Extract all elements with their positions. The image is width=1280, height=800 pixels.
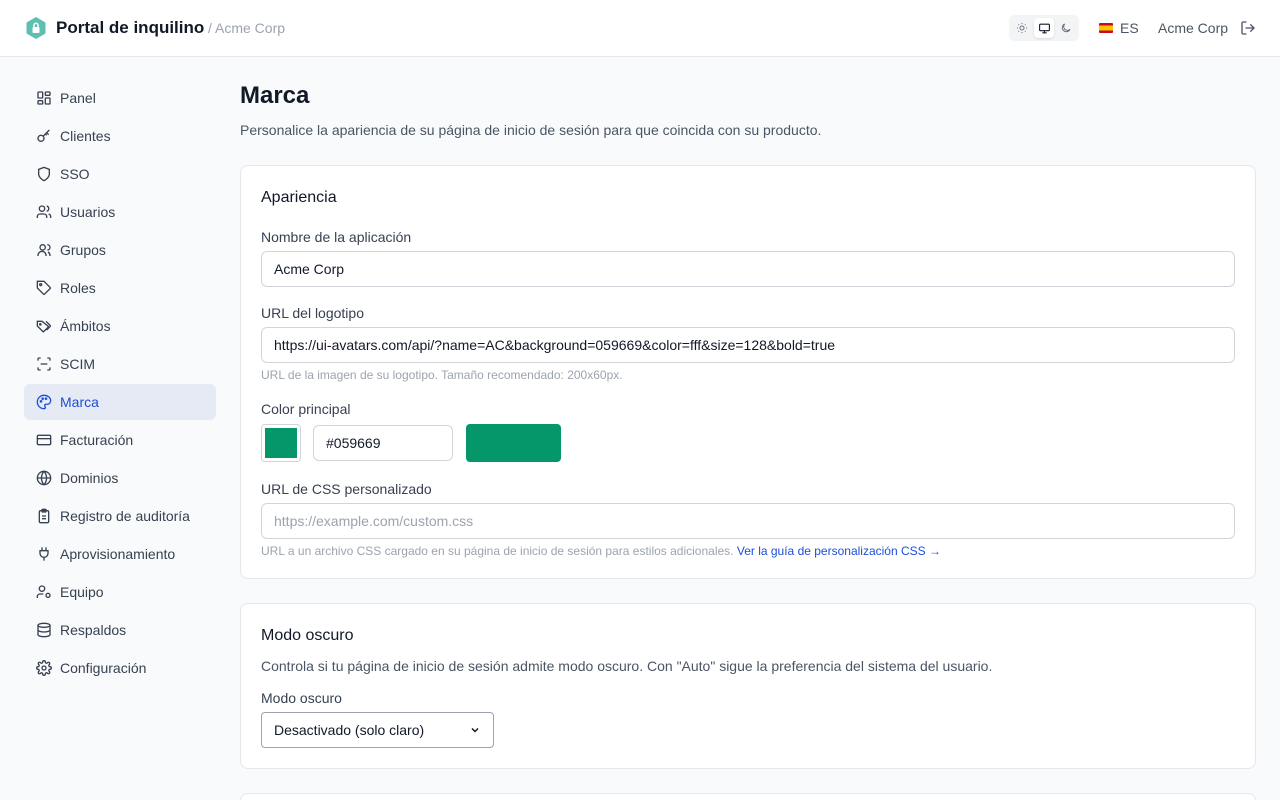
sidebar-item-label: SSO	[60, 166, 90, 182]
sidebar-item-label: Configuración	[60, 660, 147, 676]
custom-css-hint-text: URL a un archivo CSS cargado en su págin…	[261, 544, 734, 558]
logo-url-hint: URL de la imagen de su logotipo. Tamaño …	[261, 368, 623, 382]
tag-icon	[36, 280, 52, 296]
database-icon	[37, 622, 51, 638]
theme-dark-button[interactable]	[1056, 18, 1076, 38]
sidebar-item-clientes[interactable]: Clientes	[24, 118, 216, 154]
org-breadcrumb: / Acme Corp	[208, 20, 286, 36]
app-title: Portal de inquilino	[56, 18, 205, 37]
sidebar-item-label: Dominios	[60, 470, 119, 486]
key-icon	[37, 129, 50, 142]
appearance-title: Apariencia	[261, 189, 337, 206]
sidebar-item-configuracion[interactable]: Configuración	[24, 650, 216, 686]
sidebar-item-registro-auditoria[interactable]: Registro de auditoría	[24, 498, 216, 534]
page-subtitle: Personalice la apariencia de su página d…	[240, 122, 822, 138]
color-hex-input[interactable]	[313, 425, 453, 461]
logo-url-input[interactable]	[261, 327, 1235, 363]
next-card	[240, 793, 1256, 800]
plug-icon	[39, 547, 49, 561]
users-icon	[36, 205, 52, 218]
spain-flag-icon	[1099, 23, 1113, 33]
sidebar-nav: Panel Clientes SSO Usuarios Grupos Roles…	[24, 80, 216, 688]
sidebar-item-sso[interactable]: SSO	[24, 156, 216, 192]
scan-icon	[37, 357, 51, 371]
sidebar-item-label: Roles	[60, 280, 96, 296]
shield-icon	[38, 166, 50, 182]
sidebar-item-aprovisionamiento[interactable]: Aprovisionamiento	[24, 536, 216, 572]
sidebar-item-label: Grupos	[60, 242, 106, 258]
globe-icon	[36, 470, 52, 486]
custom-css-input[interactable]	[261, 503, 1235, 539]
tags-icon	[36, 320, 52, 333]
sun-icon	[1017, 23, 1027, 33]
custom-css-hint: URL a un archivo CSS cargado en su págin…	[261, 544, 941, 558]
dark-mode-select-label: Modo oscuro	[261, 690, 342, 706]
css-guide-link[interactable]: Ver la guía de personalización CSS →	[737, 544, 941, 558]
sidebar-item-label: Facturación	[60, 432, 134, 448]
appearance-card: Apariencia Nombre de la aplicación URL d…	[240, 165, 1256, 579]
monitor-icon	[1038, 23, 1050, 33]
sidebar-item-marca[interactable]: Marca	[24, 384, 216, 420]
credit-card-icon	[36, 434, 52, 446]
color-swatch	[265, 428, 297, 458]
dark-mode-selected-value: Desactivado (solo claro)	[274, 722, 425, 738]
sidebar-item-label: Panel	[60, 90, 96, 106]
dark-mode-card: Modo oscuro Controla si tu página de ini…	[240, 603, 1256, 769]
dark-mode-description: Controla si tu página de inicio de sesió…	[261, 658, 993, 674]
org-name[interactable]: Acme Corp	[1158, 20, 1228, 36]
sidebar-item-usuarios[interactable]: Usuarios	[24, 194, 216, 230]
sidebar-item-equipo[interactable]: Equipo	[24, 574, 216, 610]
sidebar-item-label: Marca	[60, 394, 99, 410]
sidebar-item-label: Equipo	[60, 584, 104, 600]
logo-url-label: URL del logotipo	[261, 305, 364, 321]
sidebar-item-ambitos[interactable]: Ámbitos	[24, 308, 216, 344]
color-picker[interactable]	[261, 424, 301, 462]
sidebar-item-label: Aprovisionamiento	[60, 546, 176, 562]
sidebar-item-respaldos[interactable]: Respaldos	[24, 612, 216, 648]
sidebar-item-dominios[interactable]: Dominios	[24, 460, 216, 496]
user-cog-icon	[36, 585, 51, 598]
gear-icon	[36, 660, 52, 676]
main-header: Marca Personalice la apariencia de su pá…	[240, 82, 1256, 138]
language-selector[interactable]: ES	[1099, 20, 1139, 36]
sidebar-item-scim[interactable]: SCIM	[24, 346, 216, 382]
theme-system-button[interactable]	[1034, 18, 1054, 38]
sidebar-item-facturacion[interactable]: Facturación	[24, 422, 216, 458]
shield-lock-logo-icon	[26, 17, 46, 39]
sidebar-item-label: SCIM	[60, 356, 95, 372]
clipboard-icon	[38, 508, 50, 524]
logout-icon[interactable]	[1240, 20, 1256, 36]
moon-icon	[1061, 23, 1071, 33]
theme-light-button[interactable]	[1012, 18, 1032, 38]
chevron-down-icon	[471, 727, 479, 733]
color-preview	[466, 424, 561, 462]
palette-icon	[36, 394, 52, 410]
app-name-label: Nombre de la aplicación	[261, 229, 412, 245]
custom-css-label: URL de CSS personalizado	[261, 481, 432, 497]
primary-color-label: Color principal	[261, 401, 351, 417]
sidebar-item-label: Registro de auditoría	[60, 508, 190, 524]
sidebar-item-label: Clientes	[60, 128, 111, 144]
top-bar: Portal de inquilino / Acme Corp ES Acme …	[0, 0, 1280, 57]
sidebar-item-label: Ámbitos	[60, 318, 111, 334]
sidebar-item-roles[interactable]: Roles	[24, 270, 216, 306]
theme-toggle-group	[1009, 15, 1079, 41]
grid-icon	[37, 91, 51, 105]
users-group-icon	[37, 244, 51, 256]
app-name-input[interactable]	[261, 251, 1235, 287]
page-title: Marca	[240, 82, 310, 109]
sidebar-item-panel[interactable]: Panel	[24, 80, 216, 116]
dark-mode-title: Modo oscuro	[261, 627, 354, 644]
dark-mode-select[interactable]: Desactivado (solo claro)	[261, 712, 494, 748]
sidebar-item-label: Respaldos	[60, 622, 127, 638]
language-code: ES	[1120, 20, 1139, 36]
sidebar-item-label: Usuarios	[60, 204, 116, 220]
sidebar-item-grupos[interactable]: Grupos	[24, 232, 216, 268]
